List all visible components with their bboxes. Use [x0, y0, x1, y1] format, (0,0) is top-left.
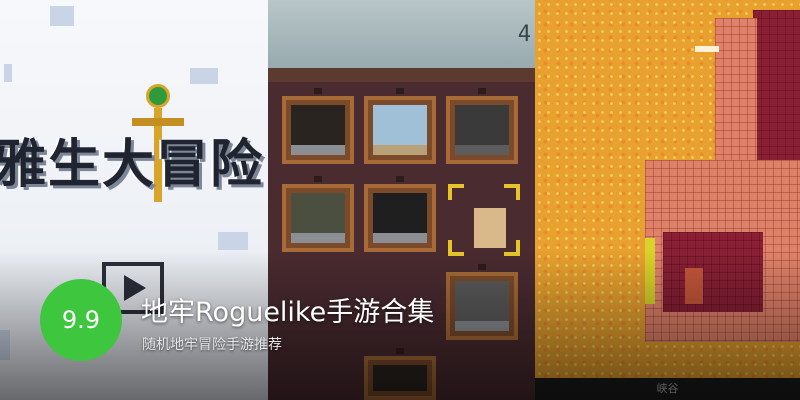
yellow-door [645, 238, 655, 304]
room-tile [364, 184, 436, 252]
brick-pillar [715, 18, 757, 168]
game-screenshot-lava-level: 峡谷 [535, 0, 800, 400]
collection-title[interactable]: 地牢Roguelike手游合集 [141, 290, 434, 329]
game-screenshot-room-grid: 4 [268, 0, 535, 400]
frame-nail [396, 348, 404, 354]
hero-sprite-icon [685, 268, 703, 304]
game-logo-text: 雅生大冒险 [0, 135, 265, 195]
frame-nail [314, 176, 322, 182]
room-tile [446, 272, 518, 340]
cloud-shape [4, 64, 12, 82]
sword-gem-icon [146, 84, 170, 108]
top-counter: 4 [517, 22, 531, 47]
brick-ledge [645, 160, 800, 212]
room-tile [446, 96, 518, 164]
frame-nail [396, 88, 404, 94]
score-badge: 9.9 [40, 279, 122, 361]
highlight [695, 46, 719, 52]
collection-banner[interactable]: 雅生大冒险 4 峡谷 9.9 地牢Roguelike手游合集 随机地牢冒险手游推… [0, 0, 800, 400]
selection-corner [448, 184, 464, 200]
room-tile [364, 96, 436, 164]
chamber-interior [663, 232, 763, 312]
screenshot-caption: 峡谷 [535, 378, 800, 400]
selection-corner [504, 184, 520, 200]
frame-nail [478, 88, 486, 94]
frame-nail [478, 264, 486, 270]
selection-corner [448, 240, 464, 256]
frame-nail [314, 88, 322, 94]
frame-nail [396, 176, 404, 182]
cloud-shape [0, 330, 10, 360]
room-tile [282, 96, 354, 164]
cloud-shape [50, 6, 74, 26]
room-tile [282, 184, 354, 252]
cloud-shape [218, 232, 248, 250]
map-scroll-icon [474, 208, 506, 248]
room-tile [364, 356, 436, 400]
cloud-shape [190, 68, 218, 84]
selection-corner [504, 240, 520, 256]
collection-subtitle: 随机地牢冒险手游推荐 [142, 337, 282, 353]
room-strip [268, 68, 535, 82]
top-bar: 4 [268, 0, 535, 68]
